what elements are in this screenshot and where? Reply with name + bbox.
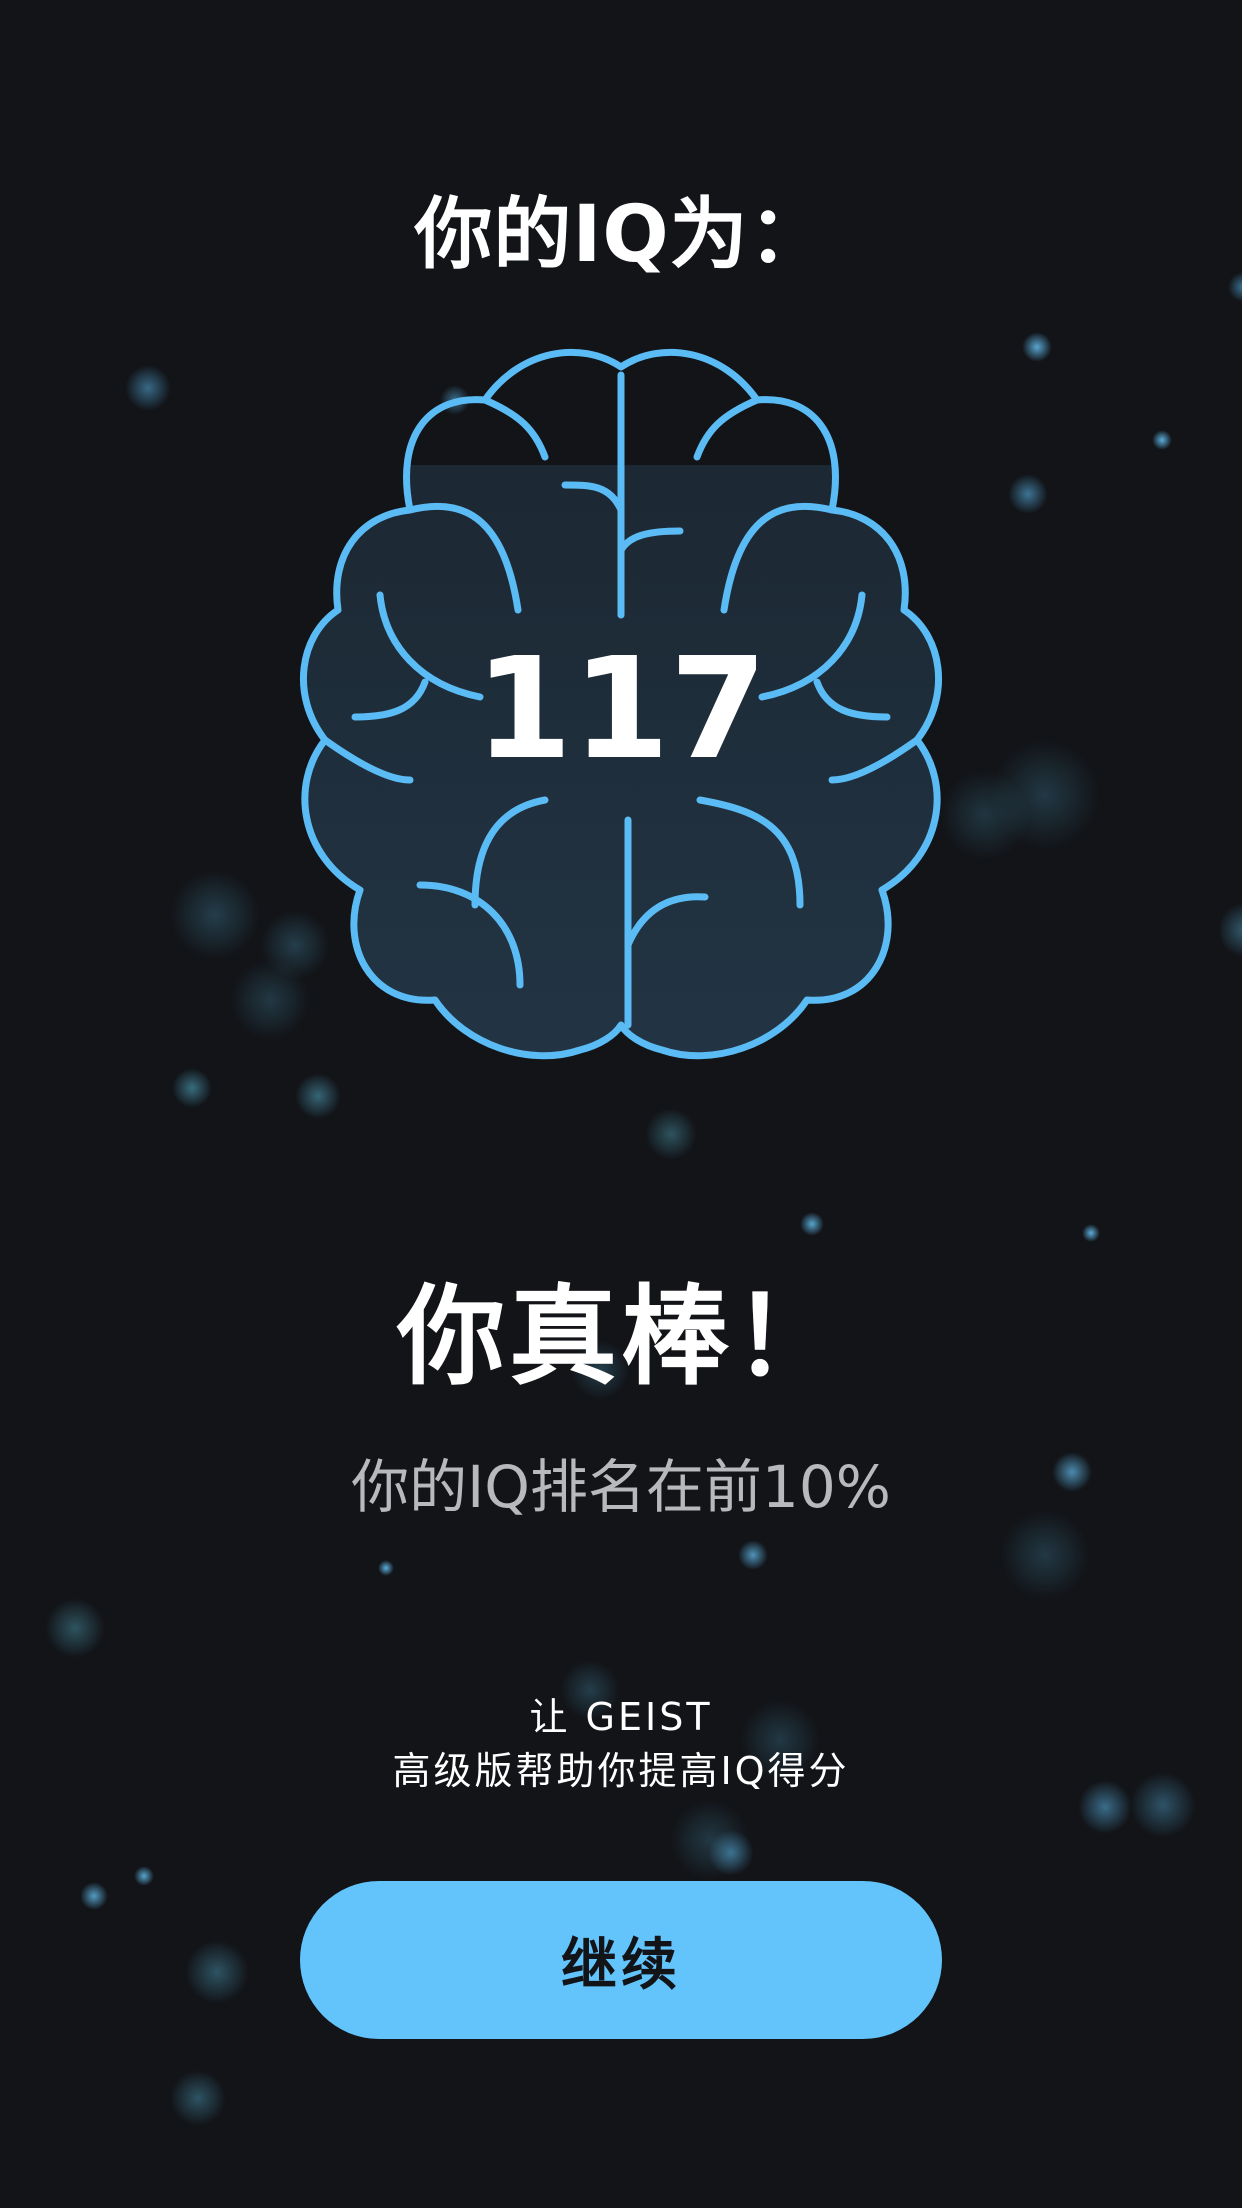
iq-result-screen: 你的IQ为： 117 你真棒！ 你的IQ排名在前10% 让 GEIST 高级版帮… bbox=[0, 0, 1242, 2208]
promo-line-1: 让 GEIST bbox=[529, 1695, 713, 1739]
promo-line-2: 高级版帮助你提高IQ得分 bbox=[392, 1749, 850, 1793]
continue-button[interactable]: 继续 bbox=[300, 1881, 942, 2039]
praise-headline: 你真棒！ bbox=[396, 1275, 845, 1400]
ranking-text: 你的IQ排名在前10% bbox=[351, 1453, 891, 1521]
iq-score: 117 bbox=[474, 628, 768, 791]
continue-button-label: 继续 bbox=[561, 1932, 681, 1998]
result-title: 你的IQ为： bbox=[414, 190, 828, 280]
premium-promo: 让 GEIST 高级版帮助你提高IQ得分 bbox=[0, 1690, 1242, 1798]
brain-graphic: 117 bbox=[280, 345, 962, 1085]
